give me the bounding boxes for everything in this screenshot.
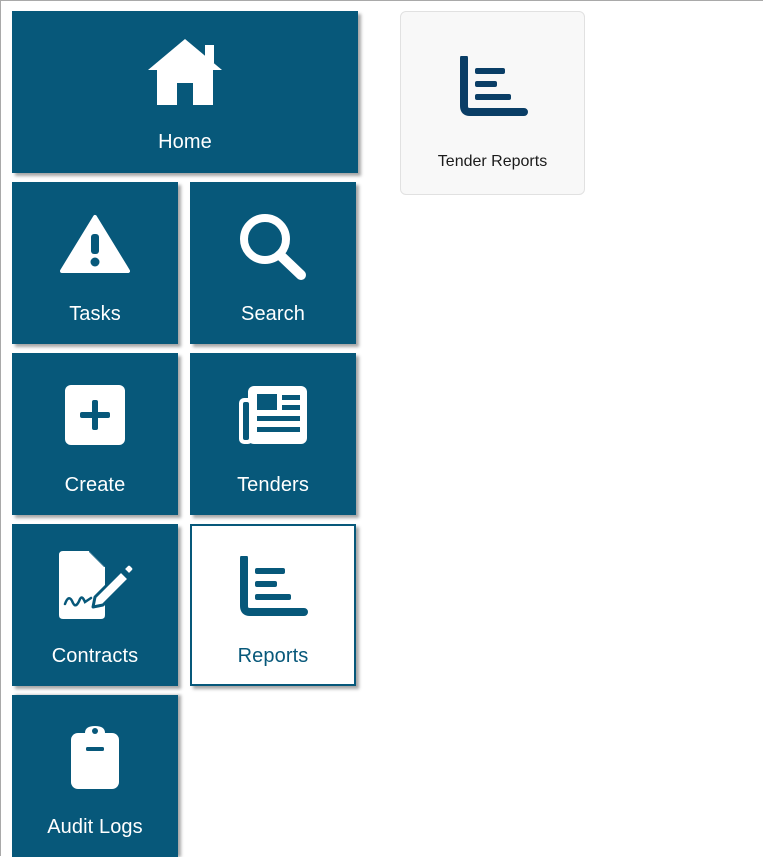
nav-tile-home[interactable]: Home [12,11,358,173]
nav-tile-reports[interactable]: Reports [190,524,356,686]
chart-bar-icon [192,556,354,618]
nav-tile-label: Audit Logs [47,816,143,838]
newspaper-icon [190,384,356,446]
warning-icon [12,214,178,274]
chart-bar-icon [401,56,584,118]
search-icon [190,212,356,282]
submenu-card-tender-reports[interactable]: Tender Reports [400,11,585,195]
nav-tile-label: Tenders [237,474,309,496]
nav-tile-audit-logs[interactable]: Audit Logs [12,695,178,857]
nav-tile-label: Tasks [69,303,121,325]
file-signature-icon [12,549,178,621]
nav-tile-create[interactable]: Create [12,353,178,515]
clipboard-icon [12,725,178,791]
nav-tile-tasks[interactable]: Tasks [12,182,178,344]
nav-tile-tenders[interactable]: Tenders [190,353,356,515]
app-frame: Home Tasks Search Create Tenders Contrac… [0,0,763,857]
nav-tile-label: Create [64,474,126,496]
plus-square-icon [12,384,178,446]
nav-tile-contracts[interactable]: Contracts [12,524,178,686]
nav-tile-search[interactable]: Search [190,182,356,344]
nav-tile-label: Contracts [51,645,139,667]
submenu-card-label: Tender Reports [437,153,548,170]
home-icon [12,37,358,107]
nav-tile-label: Search [241,303,305,325]
nav-tile-label: Home [158,131,212,153]
nav-tile-label: Reports [237,645,309,667]
